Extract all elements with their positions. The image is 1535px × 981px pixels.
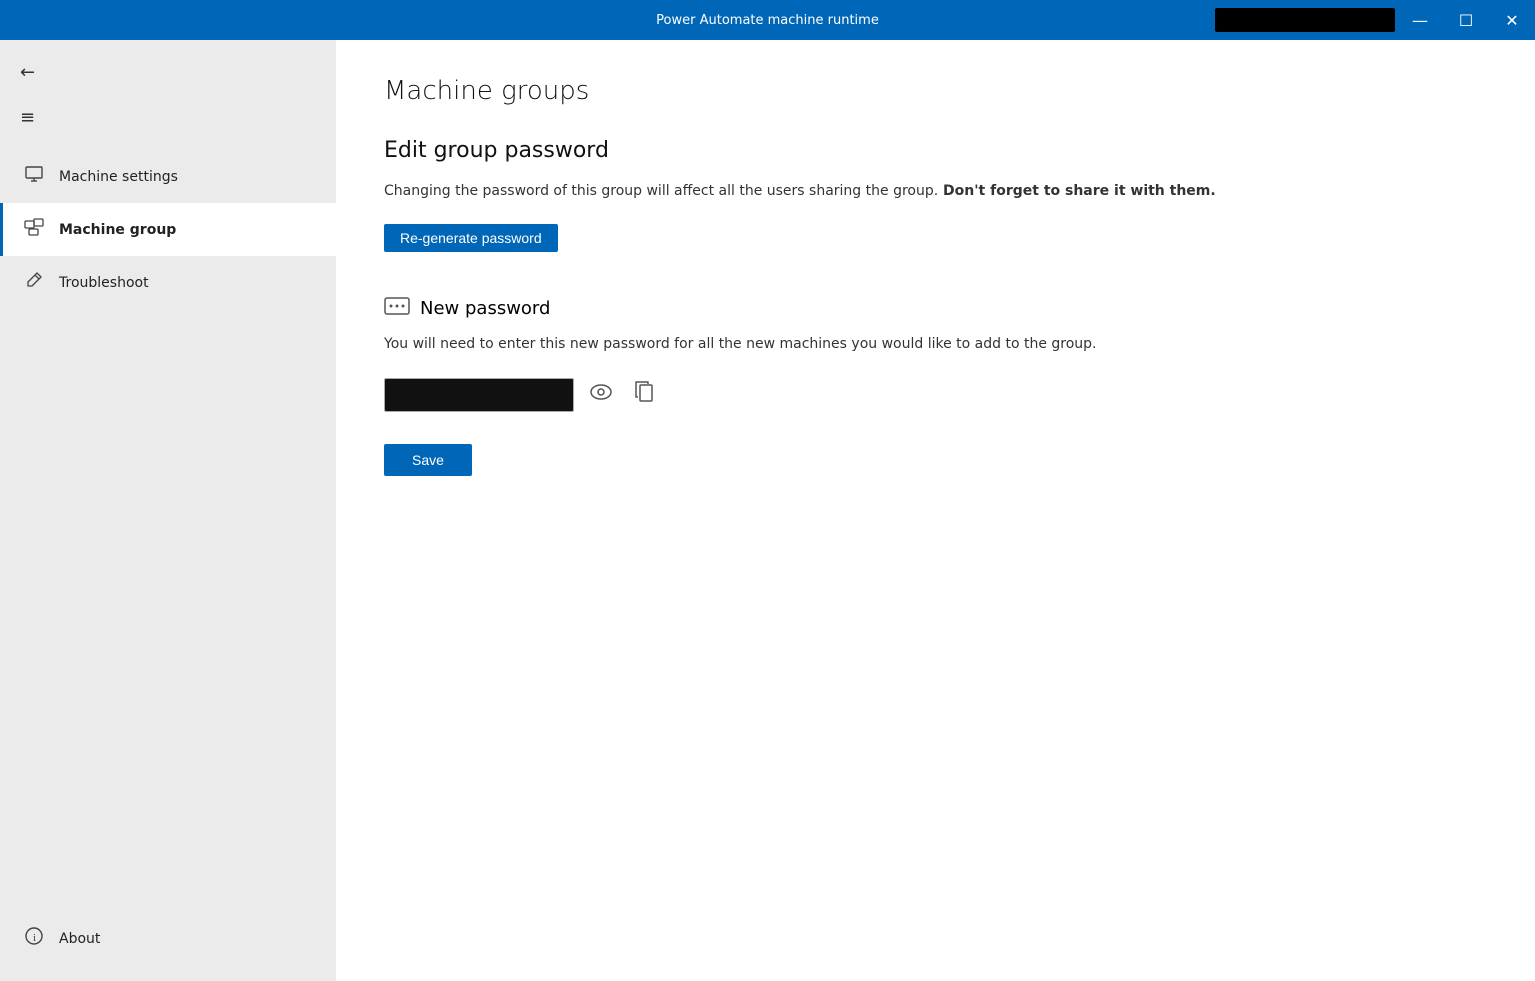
page-title: Machine groups [384, 76, 1487, 106]
description-text: Changing the password of this group will… [384, 181, 1487, 202]
sidebar: ← ≡ Machine settings [0, 40, 336, 981]
eye-icon [590, 383, 612, 401]
regenerate-password-button[interactable]: Re-generate password [384, 224, 558, 252]
close-button[interactable]: ✕ [1489, 0, 1535, 40]
maximize-button[interactable]: ☐ [1443, 0, 1489, 40]
new-password-section: New password You will need to enter this… [384, 296, 1487, 476]
sidebar-item-troubleshoot[interactable]: Troubleshoot [0, 256, 336, 309]
about-icon: i [23, 926, 45, 951]
new-password-description: You will need to enter this new password… [384, 334, 1487, 355]
section-title: Edit group password [384, 138, 1487, 163]
troubleshoot-icon [23, 270, 45, 295]
description-part1: Changing the password of this group will… [384, 183, 938, 199]
app-body: ← ≡ Machine settings [0, 40, 1535, 981]
machine-group-icon [23, 217, 45, 242]
minimize-button[interactable]: — [1397, 0, 1443, 40]
machine-settings-label: Machine settings [59, 169, 178, 185]
show-password-button[interactable] [584, 379, 618, 410]
copy-password-button[interactable] [628, 377, 660, 412]
hamburger-icon: ≡ [20, 107, 35, 128]
title-bar-title: Power Automate machine runtime [656, 13, 879, 28]
main-content: Machine groups Edit group password Chang… [336, 40, 1535, 981]
menu-toggle-button[interactable]: ≡ [0, 95, 336, 140]
back-icon: ← [20, 62, 35, 83]
password-input[interactable] [384, 378, 574, 412]
sidebar-nav: Machine settings Machine group [0, 150, 336, 309]
svg-text:i: i [33, 932, 36, 944]
new-password-header: New password [384, 296, 1487, 320]
sidebar-item-machine-settings[interactable]: Machine settings [0, 150, 336, 203]
password-field-icon [384, 296, 410, 320]
title-bar-controls: — ☐ ✕ [1397, 0, 1535, 40]
title-bar: Power Automate machine runtime — ☐ ✕ [0, 0, 1535, 40]
machine-group-label: Machine group [59, 222, 176, 238]
password-field-row [384, 377, 1487, 412]
machine-settings-icon [23, 164, 45, 189]
new-password-title: New password [420, 298, 550, 319]
save-button[interactable]: Save [384, 444, 472, 476]
description-bold: Don't forget to share it with them. [938, 183, 1216, 199]
back-button[interactable]: ← [0, 50, 336, 95]
sidebar-bottom: i About [0, 912, 336, 981]
title-bar-account [1215, 8, 1395, 32]
copy-icon [634, 381, 654, 403]
troubleshoot-label: Troubleshoot [59, 275, 149, 291]
sidebar-item-machine-group[interactable]: Machine group [0, 203, 336, 256]
sidebar-item-about[interactable]: i About [0, 912, 336, 965]
about-label: About [59, 931, 100, 947]
